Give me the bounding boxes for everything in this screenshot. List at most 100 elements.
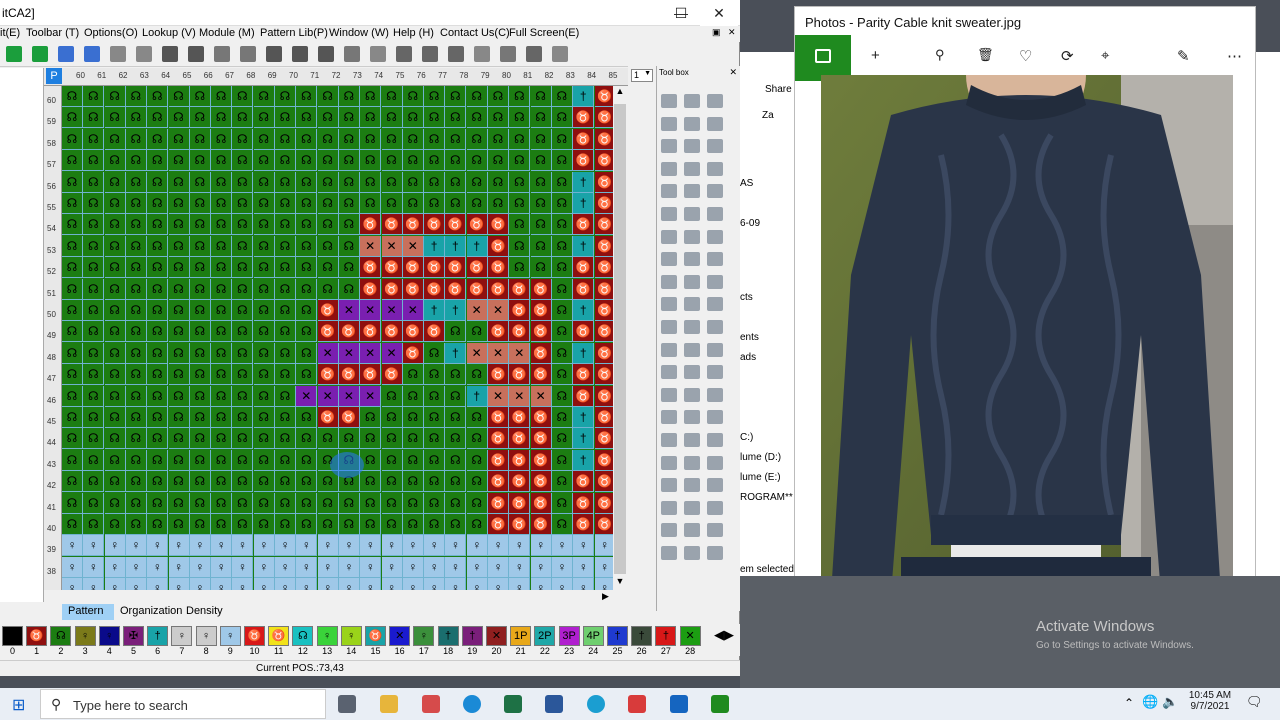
grid-cell[interactable]: ☊ [317, 193, 339, 214]
toolbox-tool-icon[interactable] [707, 523, 723, 538]
grid-cell[interactable]: ♉ [488, 407, 509, 428]
toolbox-tool-icon[interactable] [661, 478, 677, 493]
toolbox-tool-icon[interactable] [707, 161, 723, 176]
grid-cell[interactable]: ☊ [381, 428, 403, 450]
grid-cell[interactable]: ☊ [147, 171, 169, 193]
grid-cell[interactable]: ☊ [189, 449, 211, 471]
grid-cell[interactable]: ☊ [189, 321, 211, 343]
grid-cell[interactable]: ☊ [275, 257, 296, 279]
grid-cell[interactable]: ☊ [147, 150, 169, 172]
grid-cell[interactable]: ☊ [253, 235, 275, 257]
grid-cell[interactable]: ☊ [168, 150, 190, 172]
grid-cell[interactable]: ☊ [189, 235, 211, 257]
grid-cell[interactable]: ☊ [147, 471, 169, 493]
toolbox-close-icon[interactable]: ✕ [729, 67, 737, 78]
grid-cell[interactable]: ☊ [360, 128, 382, 150]
grid-cell[interactable]: ☊ [275, 86, 296, 107]
grid-cell[interactable]: ☊ [211, 278, 233, 300]
grid-cell[interactable]: ♀ [147, 578, 169, 590]
grid-cell[interactable]: ☊ [168, 86, 190, 107]
grid-cell[interactable]: ☊ [189, 471, 211, 493]
grid-cell[interactable]: ✕ [338, 385, 360, 407]
grid-cell[interactable]: ☊ [509, 86, 531, 107]
grid-cell[interactable]: ☊ [338, 514, 360, 535]
grid-cell[interactable]: ☊ [360, 107, 382, 129]
grid-cell[interactable]: ♀ [253, 535, 275, 557]
toolbar-tool-icon[interactable] [344, 46, 360, 62]
tab-density[interactable]: Density [180, 604, 224, 620]
grid-cell[interactable]: ♉ [594, 407, 613, 428]
grid-cell[interactable]: ☊ [211, 321, 233, 343]
pattern-mode-box[interactable]: P [46, 68, 62, 84]
grid-cell[interactable]: ♉ [317, 321, 339, 343]
grid-cell[interactable]: ♉ [509, 278, 531, 300]
grid-cell[interactable]: ♉ [488, 364, 509, 386]
grid-cell[interactable]: ☊ [466, 449, 488, 471]
grid-cell[interactable]: ☊ [125, 321, 147, 343]
grid-cell[interactable]: ☊ [232, 300, 254, 321]
palette-stitch-swatch[interactable]: ♀ [171, 626, 193, 646]
grid-cell[interactable]: ☊ [530, 128, 552, 150]
explorer-item[interactable]: 6-09 [740, 218, 760, 229]
menu-toolbar[interactable]: Toolbar (T) [26, 27, 79, 39]
grid-cell[interactable]: ☊ [125, 407, 147, 428]
explorer-item[interactable]: ents [740, 332, 759, 343]
grid-cell[interactable]: ♀ [381, 578, 403, 590]
grid-cell[interactable]: ☊ [360, 407, 382, 428]
grid-cell[interactable]: ☊ [168, 428, 190, 450]
grid-cell[interactable]: ☊ [125, 214, 147, 236]
grid-cell[interactable]: ♀ [424, 535, 446, 557]
grid-cell[interactable]: ☊ [211, 364, 233, 386]
grid-cell[interactable]: ☊ [381, 107, 403, 129]
grid-cell[interactable]: ♉ [573, 471, 595, 493]
grid-cell[interactable]: ☊ [147, 342, 169, 364]
grid-cell[interactable]: ♉ [594, 278, 613, 300]
grid-cell[interactable]: ♉ [594, 107, 613, 129]
grid-cell[interactable]: ☊ [360, 492, 382, 514]
grid-cell[interactable]: ☊ [530, 257, 552, 279]
grid-cell[interactable]: ♀ [381, 556, 403, 578]
grid-cell[interactable]: ♉ [402, 321, 424, 343]
grid-cell[interactable]: ☊ [445, 321, 467, 343]
grid-cell[interactable]: ☊ [168, 171, 190, 193]
grid-cell[interactable]: ☊ [551, 471, 573, 493]
grid-cell[interactable]: ♀ [338, 556, 360, 578]
grid-cell[interactable]: ☊ [104, 193, 126, 214]
grid-cell[interactable]: ☊ [232, 514, 254, 535]
grid-cell[interactable]: ♉ [573, 385, 595, 407]
grid-cell[interactable]: ☊ [402, 514, 424, 535]
grid-cell[interactable]: ☊ [551, 342, 573, 364]
grid-cell[interactable]: † [445, 342, 467, 364]
grid-cell[interactable]: ☊ [253, 128, 275, 150]
toolbar-tool-icon[interactable] [84, 46, 100, 62]
grid-cell[interactable]: ♀ [104, 535, 126, 557]
grid-cell[interactable]: ☊ [338, 150, 360, 172]
grid-cell[interactable]: ♀ [62, 556, 83, 578]
grid-cell[interactable]: ♀ [62, 578, 83, 590]
grid-cell[interactable]: ♀ [275, 578, 296, 590]
grid-cell[interactable]: ☊ [253, 193, 275, 214]
grid-cell[interactable]: ☊ [445, 193, 467, 214]
grid-cell[interactable]: ☊ [445, 407, 467, 428]
grid-cell[interactable]: ☊ [168, 278, 190, 300]
grid-cell[interactable]: ♉ [445, 278, 467, 300]
grid-cell[interactable]: ☊ [509, 171, 531, 193]
grid-cell[interactable]: ☊ [296, 150, 318, 172]
palette-stitch-swatch[interactable]: † [607, 626, 628, 646]
toolbox-tool-icon[interactable] [707, 320, 723, 334]
grid-cell[interactable]: ♉ [594, 300, 613, 321]
grid-cell[interactable]: ♉ [360, 321, 382, 343]
toolbox-tool-icon[interactable] [684, 523, 700, 538]
scroll-right-icon[interactable]: ▶ [602, 591, 609, 602]
palette-stitch-swatch[interactable]: ♉ [365, 626, 386, 646]
grid-cell[interactable]: ♉ [488, 449, 509, 471]
grid-cell[interactable]: ☊ [275, 364, 296, 386]
grid-cell[interactable]: ✕ [317, 385, 339, 407]
grid-cell[interactable]: ♀ [445, 578, 467, 590]
toolbar-tool-icon[interactable] [370, 46, 386, 62]
scroll-thumb[interactable] [614, 104, 626, 574]
grid-cell[interactable]: ☊ [189, 300, 211, 321]
excel-icon[interactable] [504, 695, 522, 713]
grid-cell[interactable]: ☊ [62, 385, 83, 407]
grid-cell[interactable]: ☊ [402, 86, 424, 107]
